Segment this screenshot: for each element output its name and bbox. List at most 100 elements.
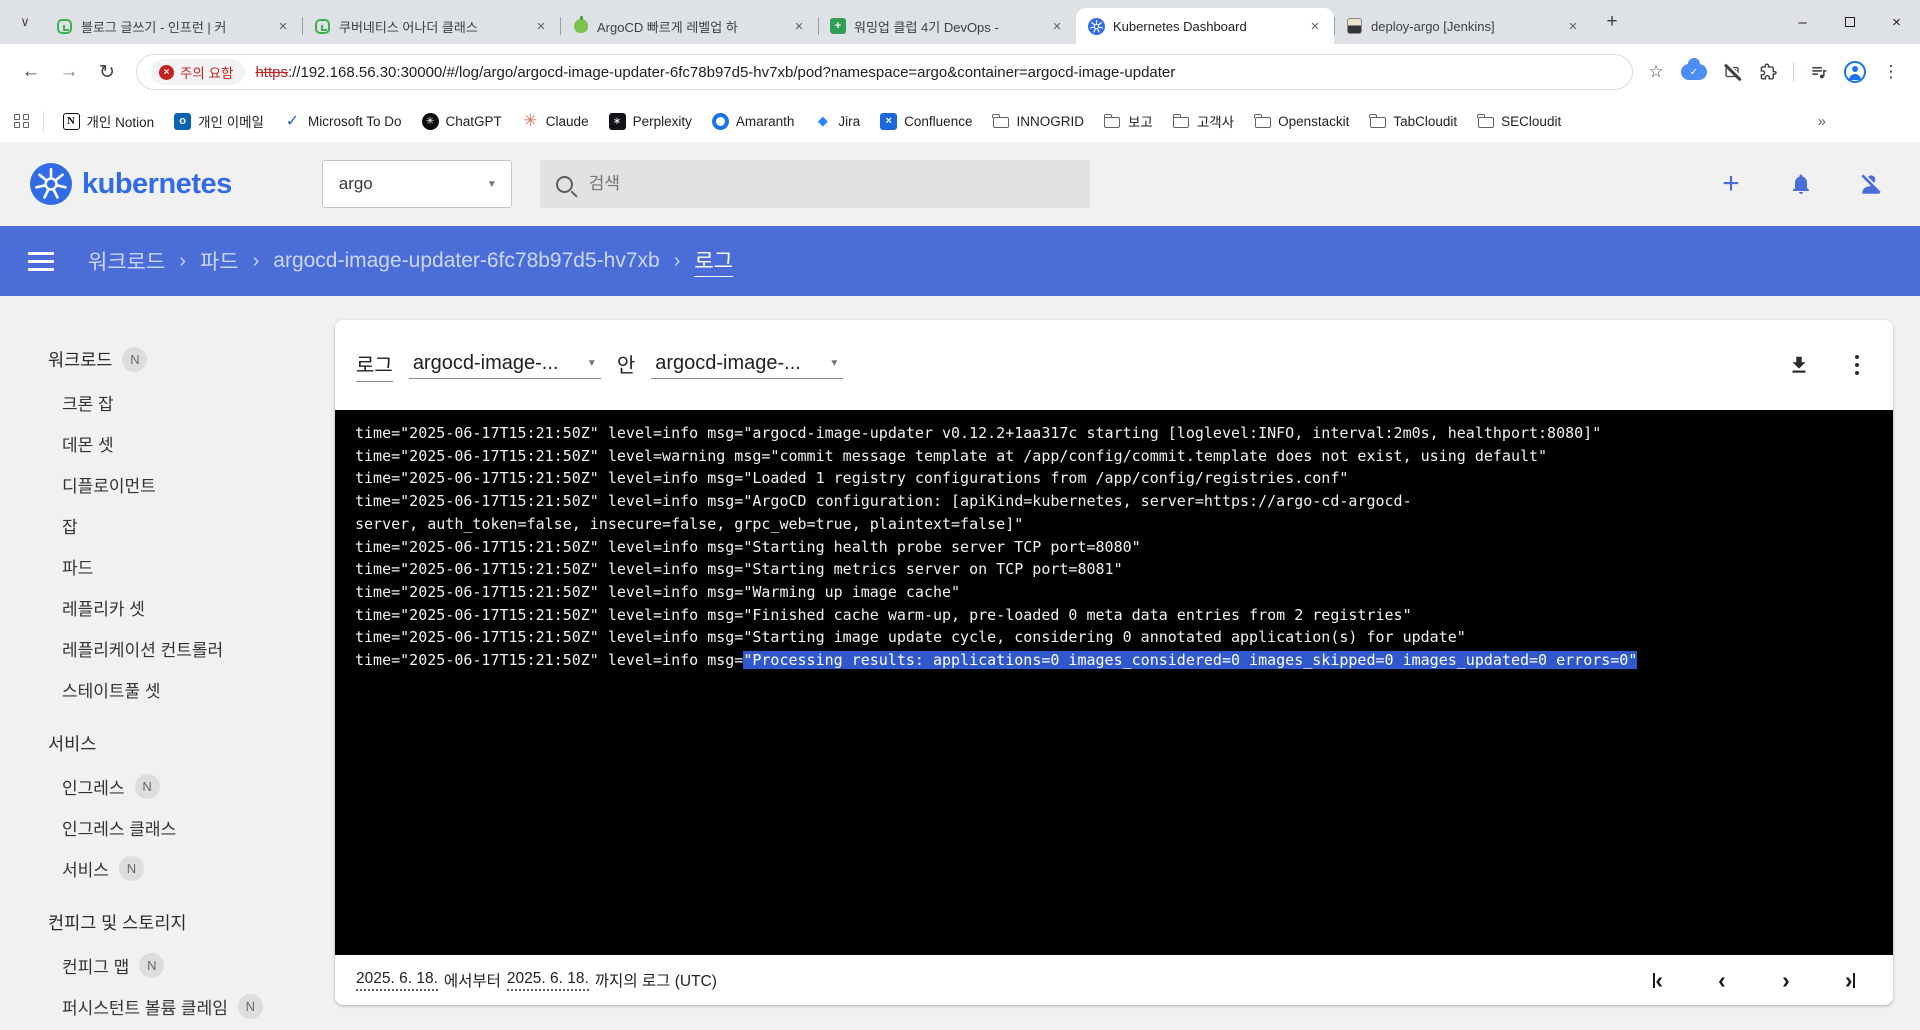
sync-cloud-icon[interactable]: ✓ — [1681, 58, 1707, 80]
download-logs-button[interactable] — [1787, 353, 1811, 377]
bookmark-star-icon[interactable]: ☆ — [1645, 61, 1667, 83]
bookmark-jira[interactable]: ◆ Jira — [805, 109, 869, 134]
sidebar-section-workloads[interactable]: 워크로드 N — [48, 336, 335, 382]
menu-hamburger-icon[interactable] — [28, 248, 54, 275]
toolbar-right-icons: ☆ ✓ ⋮ — [1645, 58, 1906, 83]
tab-close-icon[interactable]: × — [1306, 17, 1324, 35]
breadcrumb-pods[interactable]: 파드 — [200, 246, 239, 276]
kubernetes-logo[interactable]: kubernetes — [30, 163, 232, 205]
log-to-date[interactable]: 2025. 6. 18. — [506, 970, 589, 991]
window-minimize-button[interactable]: – — [1779, 0, 1826, 44]
tab-title: 쿠버네티스 어나더 클래스 — [339, 19, 478, 35]
chevron-down-icon: ▼ — [829, 357, 840, 369]
sidebar-item-ingresses[interactable]: 인그레스 N — [48, 766, 335, 807]
chevron-right-icon: › — [252, 249, 260, 272]
bookmark-folder-bogo[interactable]: 보고 — [1095, 107, 1162, 135]
browser-tab-jenkins[interactable]: deploy-argo [Jenkins] × — [1334, 8, 1592, 44]
bookmark-ms-todo[interactable]: ✓ Microsoft To Do — [275, 109, 411, 134]
bookmark-email[interactable]: o 개인 이메일 — [165, 107, 273, 135]
new-tab-button[interactable]: + — [1598, 8, 1626, 36]
log-output[interactable]: time="2025-06-17T15:21:50Z" level=info m… — [335, 410, 1893, 955]
sidebar-item-pods[interactable]: 파드 — [48, 546, 335, 587]
last-page-button[interactable]: › — [1837, 967, 1863, 993]
browser-menu-kebab-icon[interactable]: ⋮ — [1880, 61, 1902, 83]
apps-grid-icon[interactable] — [14, 113, 29, 129]
browser-tab-1[interactable]: 블로그 글쓰기 - 인프런 | 커 × — [44, 8, 302, 44]
sidebar-item-configmaps[interactable]: 컨피그 맵N — [48, 945, 335, 986]
previous-page-button[interactable]: ‹ — [1709, 967, 1735, 993]
sidebar-item-replication-controllers[interactable]: 레플리케이션 컨트롤러 — [48, 628, 335, 669]
namespace-select[interactable]: argo ▼ — [321, 160, 512, 208]
sidebar-item-statefulsets[interactable]: 스테이트풀 셋 — [48, 669, 335, 710]
profile-avatar-icon[interactable] — [1844, 61, 1866, 83]
container-select[interactable]: argocd-image-... ▼ — [408, 352, 601, 379]
pod-select[interactable]: argocd-image-... ▼ — [651, 352, 844, 379]
breadcrumb-workloads[interactable]: 워크로드 — [88, 246, 165, 276]
header-actions: + — [1718, 167, 1884, 200]
sidebar-item-services[interactable]: 서비스 N — [48, 848, 335, 889]
tab-close-icon[interactable]: × — [1564, 17, 1582, 35]
sidebar-section-config-storage[interactable]: 컨피그 및 스토리지 — [48, 899, 335, 945]
create-resource-button[interactable]: + — [1718, 167, 1744, 200]
bookmark-folder-tabcloudit[interactable]: TabCloudit — [1360, 109, 1466, 134]
window-close-button[interactable]: × — [1873, 0, 1920, 44]
bookmark-folder-customers[interactable]: 고객사 — [1164, 107, 1243, 135]
tab-close-icon[interactable]: × — [274, 17, 292, 35]
bookmark-confluence[interactable]: × Confluence — [871, 109, 981, 134]
media-controls-icon[interactable] — [1808, 61, 1830, 83]
browser-tab-2[interactable]: 쿠버네티스 어나더 클래스 × — [302, 8, 560, 44]
bookmark-folder-openstackit[interactable]: Openstackit — [1245, 109, 1358, 134]
site-security-chip[interactable]: × 주의 요함 — [151, 59, 246, 85]
folder-icon — [1369, 113, 1386, 130]
blocked-extension-icon[interactable] — [1721, 61, 1743, 83]
browser-tab-kubernetes-dashboard[interactable]: Kubernetes Dashboard × — [1076, 8, 1334, 44]
apple-favicon-icon — [572, 16, 589, 35]
sidebar-item-cronjobs[interactable]: 크론 잡 — [48, 382, 335, 423]
bookmark-folder-secloudit[interactable]: SECloudit — [1468, 109, 1570, 134]
search-input[interactable] — [588, 174, 1074, 194]
sidebar-item-pvcs[interactable]: 퍼시스턴트 볼륨 클레임 N — [48, 986, 335, 1027]
bookmark-chatgpt[interactable]: ✳ ChatGPT — [413, 109, 511, 134]
bookmark-notion[interactable]: N 개인 Notion — [54, 107, 164, 135]
toolbar-divider — [1793, 63, 1794, 81]
reload-button[interactable]: ↻ — [90, 55, 124, 89]
sidebar-item-daemonsets[interactable]: 데몬 셋 — [48, 423, 335, 464]
log-line-selected: time="2025-06-17T15:21:50Z" level=info m… — [355, 651, 1638, 670]
user-logged-out-icon[interactable] — [1858, 171, 1884, 197]
first-page-button[interactable]: ‹ — [1645, 967, 1671, 993]
tab-close-icon[interactable]: × — [790, 17, 808, 35]
amaranth-icon — [711, 112, 729, 130]
url-text: https://192.168.56.30:30000/#/log/argo/a… — [255, 64, 1175, 81]
notifications-bell-icon[interactable] — [1788, 171, 1814, 197]
bookmark-amaranth[interactable]: Amaranth — [703, 109, 804, 134]
breadcrumb-pod-name[interactable]: argocd-image-updater-6fc78b97d5-hv7xb — [273, 249, 659, 273]
bookmark-claude[interactable]: ✳ Claude — [513, 109, 598, 134]
extensions-puzzle-icon[interactable] — [1757, 61, 1779, 83]
forward-button[interactable]: → — [52, 55, 86, 89]
window-maximize-button[interactable] — [1826, 0, 1873, 44]
tab-title: deploy-argo [Jenkins] — [1371, 18, 1495, 34]
log-options-kebab-icon[interactable] — [1847, 353, 1868, 378]
sidebar-item-replicasets[interactable]: 레플리카 셋 — [48, 587, 335, 628]
bookmark-perplexity[interactable]: ∗ Perplexity — [600, 109, 701, 134]
browser-tab-4[interactable]: + 워밍업 클럽 4기 DevOps - × — [818, 8, 1076, 44]
sidebar-item-ingress-classes[interactable]: 인그레스 클래스 — [48, 807, 335, 848]
bookmarks-overflow-chevron[interactable]: » — [1810, 109, 1834, 134]
next-page-button[interactable]: › — [1773, 967, 1799, 993]
back-button[interactable]: ← — [14, 55, 48, 89]
browser-tab-3[interactable]: ArgoCD 빠르게 레벨업 하 × — [560, 8, 818, 44]
log-card-footer: 2025. 6. 18. 에서부터 2025. 6. 18. 까지의 로그 (U… — [335, 955, 1893, 1005]
tab-close-icon[interactable]: × — [532, 17, 550, 35]
search-bar[interactable] — [539, 160, 1090, 208]
tab-close-icon[interactable]: × — [1048, 17, 1066, 35]
sidebar-item-jobs[interactable]: 잡 — [48, 505, 335, 546]
breadcrumb-bar: 워크로드 › 파드 › argocd-image-updater-6fc78b9… — [0, 226, 1920, 296]
url-scheme: https — [255, 63, 288, 81]
log-pager: ‹ ‹ › › — [1645, 967, 1863, 993]
bookmark-folder-innogrid[interactable]: INNOGRID — [983, 109, 1093, 134]
sidebar-item-deployments[interactable]: 디플로이먼트 — [48, 464, 335, 505]
tab-search-button[interactable]: ∨ — [10, 7, 40, 37]
address-bar[interactable]: × 주의 요함 https://192.168.56.30:30000/#/lo… — [136, 54, 1633, 90]
sidebar-section-service[interactable]: 서비스 — [48, 720, 335, 766]
log-from-date[interactable]: 2025. 6. 18. — [356, 970, 438, 991]
